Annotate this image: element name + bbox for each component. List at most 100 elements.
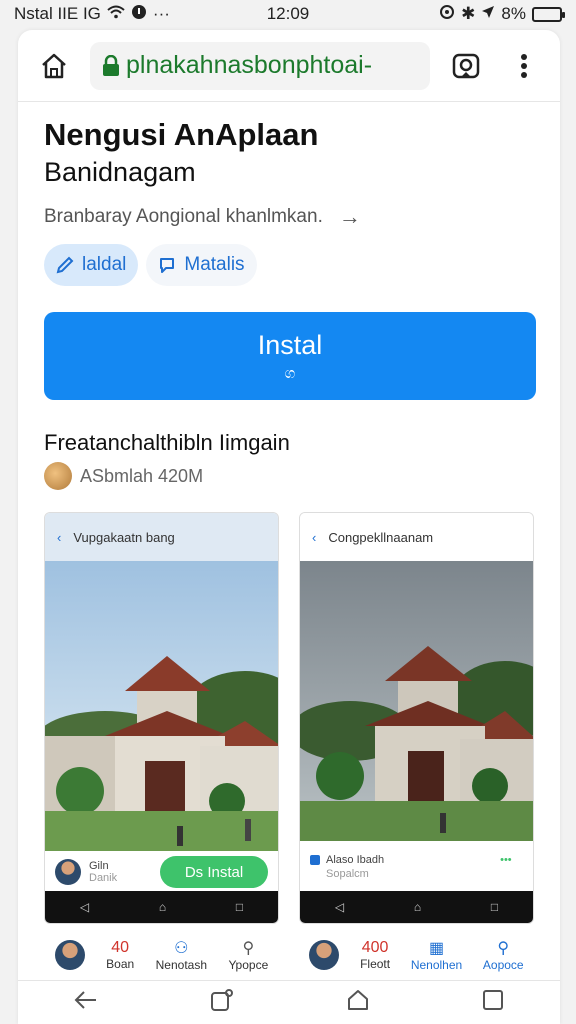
screenshot-header-text: Congpekllnaanam: [328, 529, 434, 545]
browser-toolbar: plnakahnasbonphtoai-: [18, 30, 560, 102]
back-nav-icon: ◁: [79, 900, 90, 914]
stat-label: Nenotash: [155, 958, 207, 972]
calendar-icon: ▦: [428, 940, 445, 957]
url-field[interactable]: plnakahnasbonphtoai-: [90, 41, 430, 90]
chip-secondary-label: Matalis: [184, 254, 245, 275]
install-button[interactable]: Instal ග: [44, 312, 536, 400]
more-vert-icon: [521, 53, 527, 78]
app-page: Nengusi AnAplaan Banidnagam Branbaray Ao…: [18, 102, 560, 972]
stat-item[interactable]: ⚲ Ypopce: [228, 938, 268, 972]
arrow-left-icon: [74, 991, 96, 1009]
app-subtitle: Banidnagam: [44, 157, 196, 187]
camera-icon: [452, 53, 480, 78]
section-title: Freatanchalthibln Iimgain: [44, 430, 290, 455]
back-nav-icon: ◁: [334, 900, 345, 914]
footer-sub: Danik: [89, 872, 118, 884]
stat-item[interactable]: 40 Boan: [106, 939, 134, 971]
screenshot-card[interactable]: ‹ Congpekllnaanam Alaso Ibadh ••• Sopalc…: [299, 512, 534, 924]
stat-label: Fleott: [360, 957, 391, 971]
menu-button[interactable]: [502, 44, 546, 88]
square-icon: [483, 990, 503, 1010]
stats-row: 40 Boan ⚇ Nenotash ⚲ Ypopce 400 Fleott ▦…: [44, 938, 534, 972]
app-title: Nengusi AnAplaan: [44, 117, 319, 152]
app-description: Branbaray Aongional khanlmkan.: [44, 206, 323, 227]
url-text: plnakahnasbonphtoai-: [126, 51, 373, 79]
person-icon: ⚲: [497, 940, 510, 957]
phone-navbar: ◁ ⌂ □: [300, 891, 533, 923]
section-meta: ASbmlah 420M: [44, 462, 534, 490]
section-meta-text: ASbmlah 420M: [80, 465, 204, 486]
home-nav-button[interactable]: [346, 988, 370, 1017]
bluetooth-icon: ✱: [461, 4, 476, 23]
tabs-icon: [211, 989, 233, 1011]
home-nav-icon: ⌂: [158, 900, 167, 914]
camera-button[interactable]: [444, 44, 488, 88]
avatar: [309, 940, 340, 970]
checkbox-icon: [310, 855, 320, 865]
building-photo: [45, 561, 278, 851]
chip-primary-label: laldal: [82, 254, 127, 275]
browser-bottom-nav: [18, 980, 560, 1024]
tabs-button[interactable]: [210, 988, 234, 1017]
stat-label: Boan: [106, 957, 135, 971]
screenshot-card[interactable]: ‹ Vupgakaatn bang Giln Danik Ds Instal ◁…: [44, 512, 279, 924]
chip-primary[interactable]: laldal: [44, 244, 139, 286]
home-button[interactable]: [32, 44, 76, 88]
screenshot-header: ‹ Vupgakaatn bang: [45, 513, 278, 561]
recent-nav-icon: □: [490, 900, 499, 914]
pencil-icon: [56, 256, 74, 274]
location-icon: [481, 4, 495, 24]
mini-install-button[interactable]: Ds Instal: [160, 856, 268, 888]
clock: 12:09: [266, 4, 310, 23]
stat-number: 40: [111, 939, 130, 956]
screenshot-footer: Giln Danik Ds Instal: [45, 851, 278, 893]
users-icon: ⚇: [174, 940, 189, 957]
overview-button[interactable]: [482, 989, 504, 1016]
search-icon: ⚲: [242, 940, 255, 957]
install-sub: ග: [284, 365, 296, 382]
chip-row: laldal Matalis: [44, 244, 534, 286]
more-icon: ···: [152, 4, 170, 23]
sync-icon: [439, 4, 455, 25]
developer-avatar: [44, 462, 72, 490]
building-photo: [300, 561, 533, 841]
stat-label: Aopoce: [482, 958, 524, 972]
wifi-icon: [107, 4, 125, 24]
footer-title: Alaso Ibadh: [326, 854, 385, 866]
avatar: [55, 859, 81, 885]
back-icon: ‹: [312, 529, 317, 545]
stat-group: 40 Boan ⚇ Nenotash ⚲ Ypopce: [44, 938, 279, 972]
phone-navbar: ◁ ⌂ □: [45, 891, 278, 923]
chip-secondary[interactable]: Matalis: [146, 244, 257, 286]
status-bar: Nstal IIE IG ··· 12:09 ✱ 8%: [0, 0, 576, 28]
lock-icon: [103, 54, 119, 76]
battery-icon: [532, 6, 565, 22]
screenshot-carousel[interactable]: ‹ Vupgakaatn bang Giln Danik Ds Instal ◁…: [44, 512, 534, 924]
footer-sub: Sopalcm: [326, 868, 369, 880]
browser-screen: plnakahnasbonphtoai- Nengusi AnAplaan Ba…: [18, 30, 560, 1024]
home-icon: [348, 990, 368, 1010]
install-label: Instal: [257, 330, 323, 360]
footer-title: Giln: [89, 860, 109, 872]
stat-item[interactable]: ⚲ Aopoce: [483, 938, 524, 972]
stat-number: 400: [361, 939, 389, 956]
stat-label: Ypopce: [228, 958, 269, 972]
back-icon: ‹: [57, 529, 62, 545]
carrier-label: Nstal IIE IG: [14, 4, 101, 23]
chat-icon: [160, 258, 175, 273]
screenshot-footer: Alaso Ibadh ••• Sopalcm: [300, 841, 533, 893]
back-button[interactable]: [74, 990, 98, 1015]
app-description-link[interactable]: Branbaray Aongional khanlmkan. →: [44, 204, 534, 230]
avatar: [54, 940, 85, 970]
screenshot-header-text: Vupgakaatn bang: [73, 529, 175, 545]
stat-item[interactable]: ▦ Nenolhen: [411, 938, 462, 972]
stat-item[interactable]: ⚇ Nenotash: [156, 938, 207, 972]
battery-percent: 8%: [501, 4, 526, 23]
home-icon: [42, 53, 66, 78]
stat-item[interactable]: 400 Fleott: [360, 939, 390, 971]
screenshot-header: ‹ Congpekllnaanam: [300, 513, 533, 561]
more-icon: •••: [500, 854, 512, 866]
recent-nav-icon: □: [235, 900, 244, 914]
stat-group: 400 Fleott ▦ Nenolhen ⚲ Aopoce: [299, 938, 534, 972]
notification-icon: [131, 4, 147, 25]
